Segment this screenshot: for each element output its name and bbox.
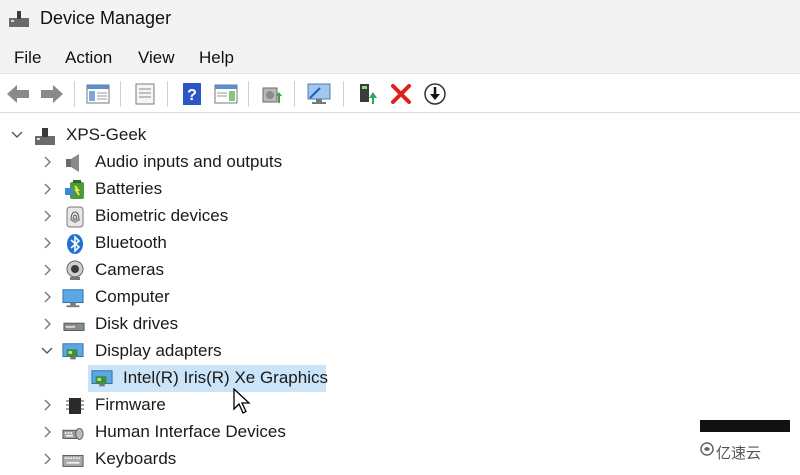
tree-item-disk-drives[interactable]: Disk drives: [0, 311, 800, 338]
chevron-down-icon[interactable]: [40, 344, 54, 358]
hid-icon: [62, 427, 84, 440]
tree-item-label: Computer: [95, 287, 170, 306]
title-bar: Device Manager: [0, 0, 800, 40]
menu-bar: File Action View Help: [0, 40, 800, 74]
show-hide-console-tree-icon: [86, 84, 110, 104]
camera-icon: [66, 260, 84, 280]
chevron-right-icon[interactable]: [40, 290, 54, 304]
chip-icon: [66, 398, 84, 414]
device-manager-app-icon: [9, 11, 29, 27]
toolbar-separator: [343, 81, 344, 107]
action-pane-button[interactable]: [212, 80, 240, 108]
tree-item-biometric[interactable]: Biometric devices: [0, 203, 800, 230]
tree-item-label: Firmware: [95, 395, 166, 414]
chevron-right-icon[interactable]: [40, 209, 54, 223]
tree-item-label: Disk drives: [95, 314, 179, 333]
tree-item-cameras[interactable]: Cameras: [0, 257, 800, 284]
tree-item-label: Batteries: [95, 179, 163, 198]
toolbar-separator: [74, 81, 75, 107]
chevron-right-icon[interactable]: [40, 452, 54, 466]
chevron-right-icon[interactable]: [40, 236, 54, 250]
tree-item-display-adapters[interactable]: Display adapters: [0, 338, 800, 365]
watermark-bar: [700, 420, 790, 432]
action-pane-icon: [214, 84, 238, 104]
tree-item-label: Intel(R) Iris(R) Xe Graphics: [123, 368, 328, 387]
chevron-right-icon[interactable]: [40, 425, 54, 439]
tree-item-label: Biometric devices: [95, 206, 229, 225]
bluetooth-icon: [67, 234, 83, 254]
chevron-right-icon[interactable]: [40, 263, 54, 277]
speaker-icon: [66, 154, 79, 172]
device-tree: XPS-Geek Audio inputs and outputs Batter…: [0, 114, 800, 475]
tree-item-hid[interactable]: Human Interface Devices: [0, 419, 800, 446]
watermark-logo-icon: [700, 442, 714, 456]
show-hide-tree-button[interactable]: [84, 80, 112, 108]
display-adapter-icon: [62, 343, 84, 360]
tree-item-computer[interactable]: Computer: [0, 284, 800, 311]
tree-item-intel-graphics[interactable]: Intel(R) Iris(R) Xe Graphics: [0, 365, 800, 392]
update-driver-button[interactable]: [258, 80, 286, 108]
tree-item-label: Bluetooth: [95, 233, 167, 252]
tree-root-label: XPS-Geek: [66, 125, 147, 144]
fingerprint-icon: [66, 206, 84, 228]
disk-drive-icon: [63, 322, 85, 331]
monitor-icon: [62, 289, 84, 308]
chevron-right-icon[interactable]: [40, 398, 54, 412]
battery-icon: [65, 180, 84, 199]
tree-item-keyboards[interactable]: Keyboards: [0, 446, 800, 473]
toolbar: ?: [0, 75, 800, 113]
chevron-right-icon[interactable]: [40, 182, 54, 196]
menu-view[interactable]: View: [138, 48, 175, 68]
back-button[interactable]: [4, 80, 32, 108]
tree-item-audio[interactable]: Audio inputs and outputs: [0, 149, 800, 176]
tree-item-label: Audio inputs and outputs: [95, 152, 283, 171]
toolbar-separator: [167, 81, 168, 107]
mouse-cursor-icon: [233, 388, 251, 414]
menu-file[interactable]: File: [14, 48, 41, 68]
properties-button[interactable]: [131, 80, 159, 108]
toolbar-separator: [294, 81, 295, 107]
download-button[interactable]: [421, 80, 449, 108]
toolbar-separator: [120, 81, 121, 107]
scan-hardware-button[interactable]: [305, 80, 333, 108]
tree-item-firmware[interactable]: Firmware: [0, 392, 800, 419]
scan-hardware-icon: [307, 83, 331, 104]
help-icon: ?: [183, 83, 201, 105]
tree-item-label: Keyboards: [95, 449, 177, 468]
menu-help[interactable]: Help: [199, 48, 234, 68]
tree-item-batteries[interactable]: Batteries: [0, 176, 800, 203]
forward-arrow-icon: [41, 85, 63, 103]
uninstall-device-button[interactable]: [387, 80, 415, 108]
enable-device-button[interactable]: [354, 80, 382, 108]
download-icon: [424, 83, 446, 105]
chevron-right-icon[interactable]: [40, 155, 54, 169]
properties-icon: [135, 83, 155, 105]
svg-text:?: ?: [187, 87, 197, 104]
back-arrow-icon: [7, 85, 29, 103]
chevron-down-icon[interactable]: [10, 128, 24, 142]
tree-item-bluetooth[interactable]: Bluetooth: [0, 230, 800, 257]
watermark-text: 亿速云: [716, 445, 762, 462]
update-driver-icon: [262, 87, 282, 103]
keyboard-icon: [62, 454, 84, 467]
tree-root-row[interactable]: XPS-Geek: [0, 122, 800, 149]
display-adapter-icon: [91, 370, 113, 387]
forward-button[interactable]: [38, 80, 66, 108]
menu-action[interactable]: Action: [65, 48, 112, 68]
window-title: Device Manager: [40, 8, 172, 28]
chevron-right-icon[interactable]: [40, 317, 54, 331]
enable-device-icon: [360, 84, 377, 104]
toolbar-separator: [248, 81, 249, 107]
uninstall-device-icon: [391, 84, 411, 104]
tree-item-label: Human Interface Devices: [95, 422, 286, 441]
tree-item-label: Display adapters: [95, 341, 222, 360]
computer-root-icon: [35, 128, 55, 145]
tree-item-label: Cameras: [95, 260, 164, 279]
help-button[interactable]: ?: [178, 80, 206, 108]
